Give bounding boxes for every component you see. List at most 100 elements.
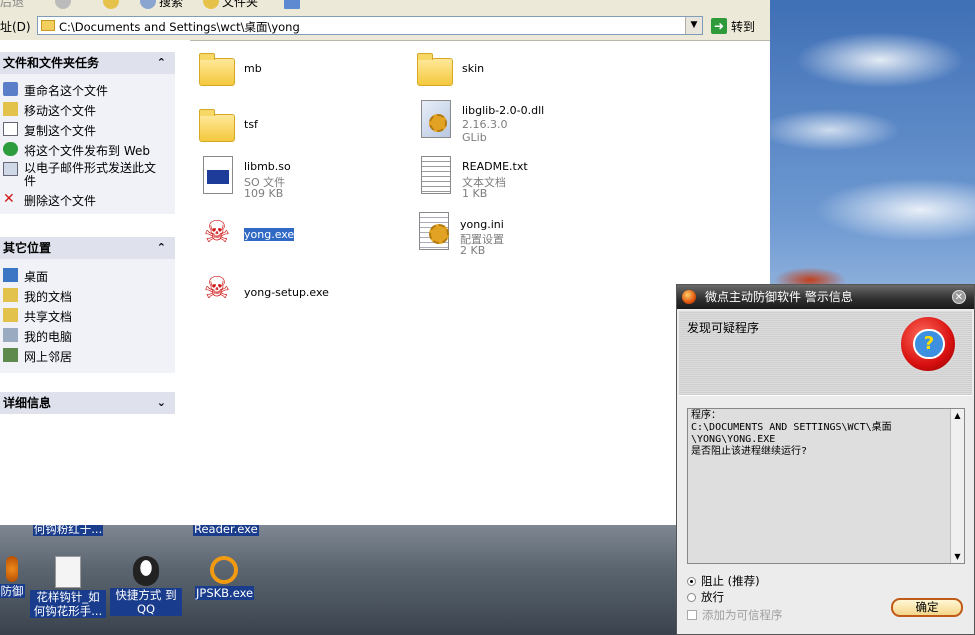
task-label: 复制这个文件 xyxy=(24,124,97,138)
views-icon xyxy=(284,0,300,9)
file-version: 2.16.3.0 xyxy=(462,118,508,131)
skull-icon: ☠ xyxy=(203,271,231,306)
back-button[interactable]: 后退 xyxy=(0,0,24,10)
task-copy[interactable]: 复制这个文件 xyxy=(3,122,96,139)
option-label: 阻止 (推荐) xyxy=(701,574,760,588)
dialog-message-box[interactable]: 程序： C:\DOCUMENTS AND SETTINGS\WCT\桌面 \YO… xyxy=(687,408,965,564)
shared-folder-icon xyxy=(3,308,18,322)
rename-icon xyxy=(3,82,18,96)
file-name: README.txt xyxy=(462,160,528,173)
file-name: yong-setup.exe xyxy=(244,286,329,299)
address-bar: 址(D) C:\Documents and Settings\wct\桌面\yo… xyxy=(0,12,770,41)
expand-icon[interactable]: ⌄ xyxy=(157,392,166,414)
task-label: 移动这个文件 xyxy=(24,104,97,118)
file-size: 1 KB xyxy=(462,187,488,200)
file-item-txt[interactable]: README.txt 文本文档 1 KB xyxy=(415,154,625,204)
search-button[interactable]: 搜索 xyxy=(140,0,183,10)
details-header[interactable]: 详细信息 ⌄ xyxy=(0,392,175,414)
file-item-folder[interactable]: tsf xyxy=(197,104,407,154)
file-item-exe[interactable]: ☠ yong-setup.exe xyxy=(197,268,407,318)
desktop-icon-label: 防御 xyxy=(0,584,25,598)
close-icon[interactable]: ✕ xyxy=(952,290,966,304)
place-label: 网上邻居 xyxy=(24,350,73,364)
task-email[interactable]: 以电子邮件形式发送此文件 xyxy=(3,162,168,188)
folders-label: 文件夹 xyxy=(222,0,259,9)
place-label: 我的文档 xyxy=(24,290,73,304)
scroll-up-icon[interactable]: ▲ xyxy=(951,409,964,422)
computer-icon xyxy=(3,328,18,342)
toolbar: 后退 搜索 文件夹 xyxy=(0,0,770,12)
file-item-ini[interactable]: yong.ini 配置设置 2 KB xyxy=(413,210,623,260)
other-places-header[interactable]: 其它位置 ⌃ xyxy=(0,237,175,259)
desktop-icon-qq[interactable]: 快捷方式 到 QQ xyxy=(110,556,182,616)
question-warning-icon: ? xyxy=(899,315,957,373)
file-item-so[interactable]: libmb.so SO 文件 109 KB xyxy=(197,154,407,204)
place-label: 共享文档 xyxy=(24,310,73,324)
task-label: 删除这个文件 xyxy=(24,194,97,208)
file-name: libmb.so xyxy=(244,160,291,173)
task-publish-web[interactable]: 将这个文件发布到 Web xyxy=(3,142,150,159)
file-size: 2 KB xyxy=(460,244,486,257)
application-file-icon xyxy=(197,154,237,196)
documents-icon xyxy=(3,288,18,302)
radio-selected[interactable] xyxy=(687,576,696,586)
scrollbar[interactable]: ▲ ▼ xyxy=(950,409,964,563)
place-my-computer[interactable]: 我的电脑 xyxy=(3,328,72,345)
network-icon xyxy=(3,348,18,362)
place-network[interactable]: 网上邻居 xyxy=(3,348,72,365)
desktop-icon xyxy=(3,268,18,282)
option-label: 放行 xyxy=(701,590,724,604)
jpskb-icon xyxy=(210,556,238,584)
task-move[interactable]: 移动这个文件 xyxy=(3,102,96,119)
file-item-dll[interactable]: libglib-2.0-0.dll 2.16.3.0 GLib xyxy=(415,98,625,148)
details-title: 详细信息 xyxy=(3,396,52,410)
views-button[interactable] xyxy=(284,0,300,10)
folder-icon xyxy=(197,48,237,90)
file-item-folder[interactable]: mb xyxy=(197,48,407,98)
dialog-header: 发现可疑程序 ? xyxy=(679,311,972,396)
app-logo-icon xyxy=(682,290,696,304)
task-rename[interactable]: 重命名这个文件 xyxy=(3,82,108,99)
scroll-down-icon[interactable]: ▼ xyxy=(951,550,964,563)
dialog-title: 微点主动防御软件 警示信息 xyxy=(705,290,853,304)
collapse-icon[interactable]: ⌃ xyxy=(157,52,166,74)
move-icon xyxy=(3,102,18,116)
ok-button[interactable]: 确定 xyxy=(891,598,963,617)
chevron-down-icon[interactable]: ▼ xyxy=(685,17,702,34)
forward-icon xyxy=(55,0,71,9)
desktop-icon-crochet-doc[interactable]: 花样钩针_如何钩花形手... xyxy=(30,556,106,618)
arrow-right-icon: ➜ xyxy=(711,18,727,34)
dialog-titlebar[interactable]: 微点主动防御软件 警示信息 ✕ xyxy=(677,285,974,309)
file-name: libglib-2.0-0.dll xyxy=(462,104,545,117)
other-places-panel: 桌面 我的文档 共享文档 我的电脑 网上邻居 xyxy=(0,259,175,373)
folders-button[interactable]: 文件夹 xyxy=(203,0,258,10)
file-name: tsf xyxy=(244,118,258,131)
config-settings-icon xyxy=(413,210,453,252)
delete-x-icon: ✕ xyxy=(3,191,15,207)
forward-button[interactable] xyxy=(55,0,71,10)
go-button[interactable]: ➜ 转到 xyxy=(711,16,769,36)
address-input[interactable]: C:\Documents and Settings\wct\桌面\yong ▼ xyxy=(37,16,703,35)
radio-unselected[interactable] xyxy=(687,592,696,602)
address-label: 址(D) xyxy=(0,20,31,34)
file-item-exe-selected[interactable]: ☠ yong.exe xyxy=(197,212,407,262)
file-size: 109 KB xyxy=(244,187,284,200)
folder-icon xyxy=(415,48,455,90)
option-allow[interactable]: 放行 xyxy=(687,589,724,605)
file-name: yong.exe xyxy=(244,228,295,241)
file-item-folder[interactable]: skin xyxy=(415,48,625,98)
task-delete[interactable]: ✕ 删除这个文件 xyxy=(3,192,96,209)
file-tasks-header[interactable]: 文件和文件夹任务 ⌃ xyxy=(0,52,175,74)
envelope-icon xyxy=(3,162,18,176)
option-trust: 添加为可信程序 xyxy=(687,607,783,623)
option-block[interactable]: 阻止 (推荐) xyxy=(687,573,760,589)
task-label: 重命名这个文件 xyxy=(24,84,109,98)
place-my-documents[interactable]: 我的文档 xyxy=(3,288,72,305)
up-button[interactable] xyxy=(103,0,119,10)
place-desktop[interactable]: 桌面 xyxy=(3,268,48,285)
place-shared-documents[interactable]: 共享文档 xyxy=(3,308,72,325)
penguin-icon xyxy=(133,556,159,586)
desktop-icon-jpskb[interactable]: JPSKB.exe xyxy=(195,556,255,600)
collapse-icon[interactable]: ⌃ xyxy=(157,237,166,259)
desktop-icon-defense[interactable]: 防御 xyxy=(0,556,28,598)
